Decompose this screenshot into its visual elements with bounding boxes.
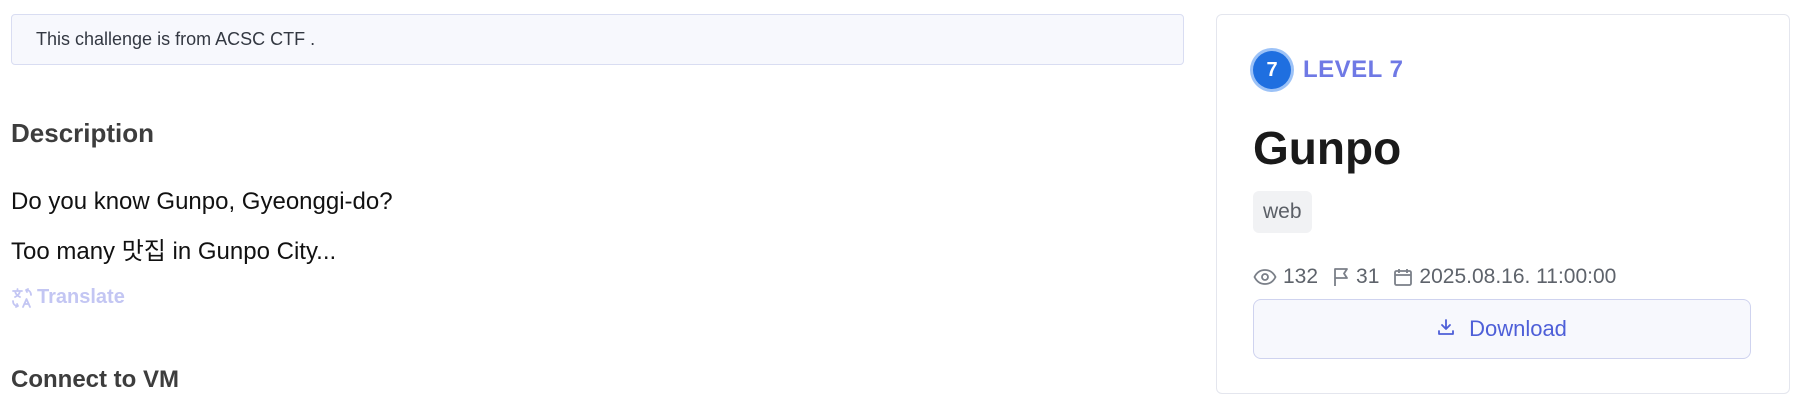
release-date: 2025.08.16. 11:00:00 [1419,265,1617,288]
calendar-icon [1393,267,1413,287]
challenge-title: Gunpo [1253,122,1402,174]
category-tag[interactable]: web [1253,191,1312,233]
source-notice: This challenge is from ACSC CTF . [11,14,1184,65]
download-label: Download [1469,316,1567,341]
connect-vm-title: Connect to VM [11,366,179,393]
challenge-page: This challenge is from ACSC CTF . Descri… [0,0,1800,403]
challenge-stats: 132 31 2025.08.16. 11:00:00 [1253,265,1630,289]
views-stat: 132 [1253,265,1318,289]
eye-icon [1253,267,1277,287]
date-stat: 2025.08.16. 11:00:00 [1393,265,1616,289]
translate-button[interactable]: Translate [11,286,125,309]
views-count: 132 [1283,265,1319,288]
description-line: Too many 맛집 in Gunpo City... [11,238,337,265]
challenge-info-card: 7 LEVEL 7 Gunpo web 132 31 2025.08.16. 1… [1216,14,1790,394]
download-button[interactable]: Download [1253,299,1751,359]
solves-count: 31 [1356,265,1380,288]
translate-label: Translate [37,286,125,308]
solves-stat: 31 [1332,265,1379,289]
flag-icon [1332,267,1350,287]
source-notice-text: This challenge is from ACSC CTF . [36,29,316,49]
level-badge: 7 [1253,51,1291,89]
level-indicator: 7 LEVEL 7 [1253,51,1403,89]
level-label: LEVEL 7 [1303,56,1404,83]
translate-icon [11,287,33,309]
download-icon [1437,316,1455,342]
description-title: Description [11,118,155,148]
description-line: Do you know Gunpo, Gyeonggi-do? [11,188,393,215]
